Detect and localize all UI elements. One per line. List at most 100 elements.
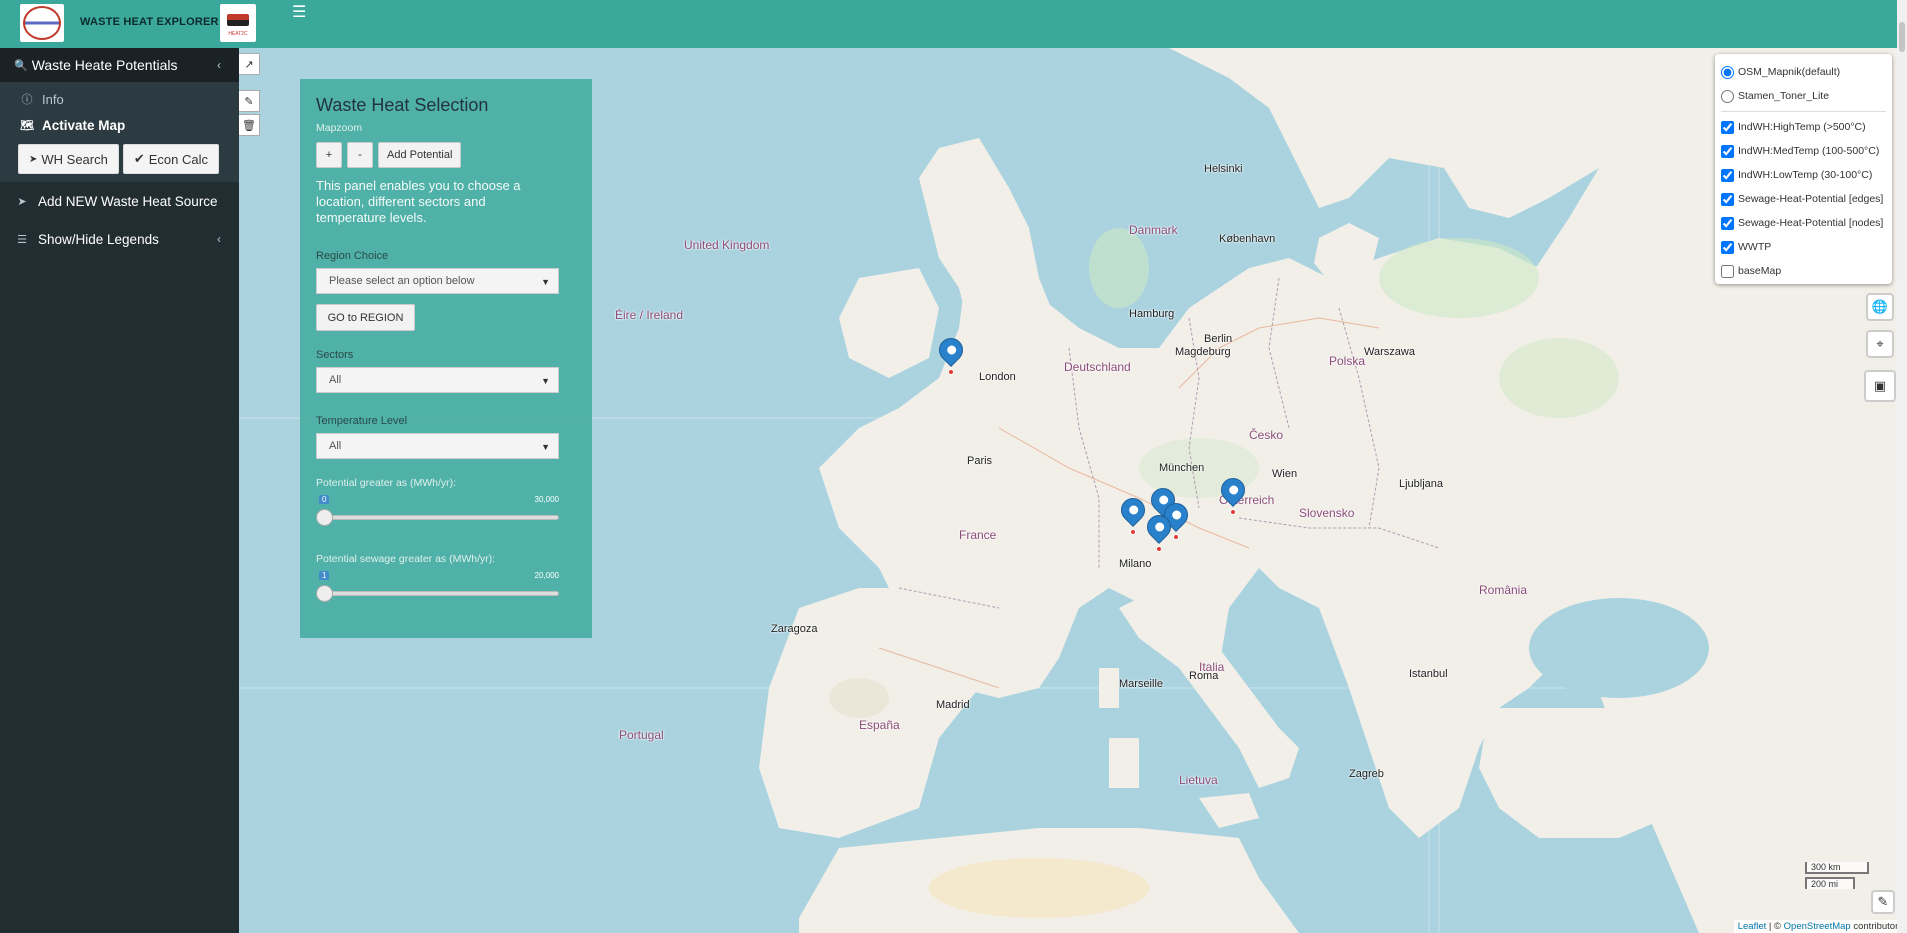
leaflet-link[interactable]: Leaflet bbox=[1738, 921, 1767, 932]
sidebar-item-add-source[interactable]: ➤ Add NEW Waste Heat Source bbox=[0, 182, 239, 220]
slider-max: 20,000 bbox=[534, 571, 559, 580]
sewage-slider[interactable]: 1 20,000 bbox=[316, 569, 559, 609]
map-label-city: Zaragoza bbox=[771, 623, 818, 635]
layer-row[interactable]: IndWH:LowTemp (30-100°C) bbox=[1721, 163, 1886, 187]
map-label-country: Slovensko bbox=[1299, 506, 1355, 520]
map-label-country: Česko bbox=[1249, 428, 1284, 442]
sidebar-item-info[interactable]: ⓘ Info bbox=[0, 86, 239, 112]
scale-mi: 200 mi bbox=[1805, 877, 1855, 889]
layer-checkbox[interactable] bbox=[1721, 168, 1734, 182]
map-marker[interactable] bbox=[1216, 473, 1250, 515]
partner-logo: HEAT2C bbox=[220, 4, 256, 42]
layer-row[interactable]: Sewage-Heat-Potential [nodes] bbox=[1721, 211, 1886, 235]
layer-label: IndWH:MedTemp (100-500°C) bbox=[1738, 145, 1880, 157]
map-label-city: Zagreb bbox=[1349, 768, 1384, 780]
go-to-region-button[interactable]: GO to REGION bbox=[316, 304, 415, 331]
sidebar-item-legends[interactable]: ☰ Show/Hide Legends ‹ bbox=[0, 220, 239, 258]
slider-handle[interactable] bbox=[316, 509, 333, 526]
map-marker[interactable] bbox=[934, 333, 968, 375]
map-marker[interactable] bbox=[1116, 493, 1150, 535]
partner-logo-caption: HEAT2C bbox=[228, 31, 248, 37]
map-label-city: Istanbul bbox=[1409, 668, 1448, 680]
map-label-city: Ljubljana bbox=[1399, 478, 1444, 490]
edit-control-icon[interactable]: ✎ bbox=[1871, 890, 1895, 914]
draw-polyline-icon[interactable]: ↗ bbox=[239, 53, 260, 75]
fullscreen-icon[interactable]: ▣ bbox=[1864, 370, 1896, 402]
layer-label: Sewage-Heat-Potential [nodes] bbox=[1738, 217, 1884, 229]
layer-checkbox[interactable] bbox=[1721, 144, 1734, 158]
slider-min: 1 bbox=[319, 571, 330, 580]
top-header: WASTE HEAT EXPLORER HEAT2C ☰ bbox=[0, 0, 1907, 48]
layer-checkbox[interactable] bbox=[1721, 264, 1734, 278]
wh-search-button[interactable]: ➤ WH Search bbox=[18, 144, 119, 174]
layer-radio[interactable] bbox=[1721, 89, 1734, 103]
add-potential-button[interactable]: Add Potential bbox=[378, 142, 462, 168]
chevron-left-icon: ‹ bbox=[217, 58, 221, 72]
layer-row[interactable]: baseMap bbox=[1721, 259, 1886, 283]
slider-min: 0 bbox=[319, 495, 330, 504]
map-label-city: Milano bbox=[1119, 558, 1152, 570]
map-label-city: Paris bbox=[967, 455, 993, 467]
zoom-in-button[interactable]: + bbox=[316, 142, 342, 168]
sidebar-item-label: Info bbox=[42, 91, 64, 107]
hamburger-icon[interactable]: ☰ bbox=[292, 2, 306, 22]
layer-row[interactable]: IndWH:HighTemp (>500°C) bbox=[1721, 115, 1886, 139]
layer-separator bbox=[1721, 111, 1886, 112]
layer-row[interactable]: WWTP bbox=[1721, 235, 1886, 259]
layer-row[interactable]: OSM_Mapnik(default) bbox=[1721, 60, 1886, 84]
location-arrow-icon: ➤ bbox=[17, 195, 27, 208]
temperature-select[interactable]: All ▼ bbox=[316, 433, 559, 459]
sewage-label: Potential sewage greater as (MWh/yr): bbox=[316, 553, 496, 565]
search-icon: 🔍 bbox=[14, 59, 28, 72]
trash-icon[interactable]: 🗑 bbox=[239, 114, 260, 136]
sidebar-section-header[interactable]: 🔍 Waste Heate Potentials ‹ bbox=[0, 48, 239, 82]
page-scrollbar[interactable] bbox=[1897, 0, 1907, 933]
globe-icon[interactable]: 🌐 bbox=[1866, 293, 1894, 321]
zoom-button-group: + - Add Potential bbox=[316, 142, 576, 168]
chevron-left-icon: ‹ bbox=[217, 232, 221, 246]
potential-slider[interactable]: 0 30,000 bbox=[316, 493, 559, 533]
map-icon: 🗺 bbox=[20, 119, 34, 132]
caret-down-icon: ▼ bbox=[541, 376, 550, 386]
slider-track bbox=[320, 591, 559, 596]
slider-handle[interactable] bbox=[316, 585, 333, 602]
send-icon: ➤ bbox=[29, 153, 38, 165]
map-label-country: România bbox=[1479, 583, 1528, 597]
map-label-city: Marseille bbox=[1119, 678, 1164, 690]
app-logo bbox=[20, 4, 64, 42]
locate-icon[interactable]: ⌖ bbox=[1866, 330, 1894, 358]
check-icon: ✔ bbox=[133, 151, 145, 166]
layer-row[interactable]: Stamen_Toner_Lite bbox=[1721, 84, 1886, 108]
region-select[interactable]: Please select an option below ▼ bbox=[316, 268, 559, 294]
econ-calc-button[interactable]: ✔ Econ Calc bbox=[122, 144, 220, 174]
layer-label: baseMap bbox=[1738, 265, 1782, 277]
sidebar-item-label: Activate Map bbox=[42, 117, 126, 133]
map-label-country: Deutschland bbox=[1064, 360, 1131, 374]
mapzoom-label: Mapzoom bbox=[316, 122, 363, 134]
potential-label: Potential greater as (MWh/yr): bbox=[316, 477, 457, 489]
layer-radio[interactable] bbox=[1721, 65, 1734, 79]
layer-checkbox[interactable] bbox=[1721, 120, 1734, 134]
layer-row[interactable]: IndWH:MedTemp (100-500°C) bbox=[1721, 139, 1886, 163]
map-marker[interactable] bbox=[1142, 510, 1176, 552]
waste-heat-selection-panel: Waste Heat Selection Mapzoom + - Add Pot… bbox=[300, 79, 592, 638]
sectors-select[interactable]: All ▼ bbox=[316, 367, 559, 393]
edit-icon[interactable]: ✎ bbox=[239, 90, 260, 112]
layer-row[interactable]: Sewage-Heat-Potential [edges] bbox=[1721, 187, 1886, 211]
sidebar-submenu: ⓘ Info 🗺 Activate Map ➤ WH Search ✔ Econ… bbox=[0, 82, 239, 182]
panel-description: This panel enables you to choose a locat… bbox=[316, 178, 521, 225]
sidebar-item-activate-map[interactable]: 🗺 Activate Map bbox=[0, 112, 239, 138]
layer-label: Sewage-Heat-Potential [edges] bbox=[1738, 193, 1884, 205]
caret-down-icon: ▼ bbox=[541, 442, 550, 452]
app-title: WASTE HEAT EXPLORER bbox=[80, 16, 219, 28]
map-label-city: Wien bbox=[1272, 468, 1298, 480]
osm-link[interactable]: OpenStreetMap bbox=[1784, 921, 1851, 932]
layer-checkbox[interactable] bbox=[1721, 192, 1734, 206]
map-label-country: Lietuva bbox=[1179, 773, 1218, 787]
layer-checkbox[interactable] bbox=[1721, 216, 1734, 230]
zoom-out-button[interactable]: - bbox=[347, 142, 373, 168]
sectors-label: Sectors bbox=[316, 349, 354, 361]
layer-checkbox[interactable] bbox=[1721, 240, 1734, 254]
map-label-country: Danmark bbox=[1129, 223, 1178, 237]
map-attribution: Leaflet | © OpenStreetMap contributors bbox=[1733, 920, 1907, 933]
